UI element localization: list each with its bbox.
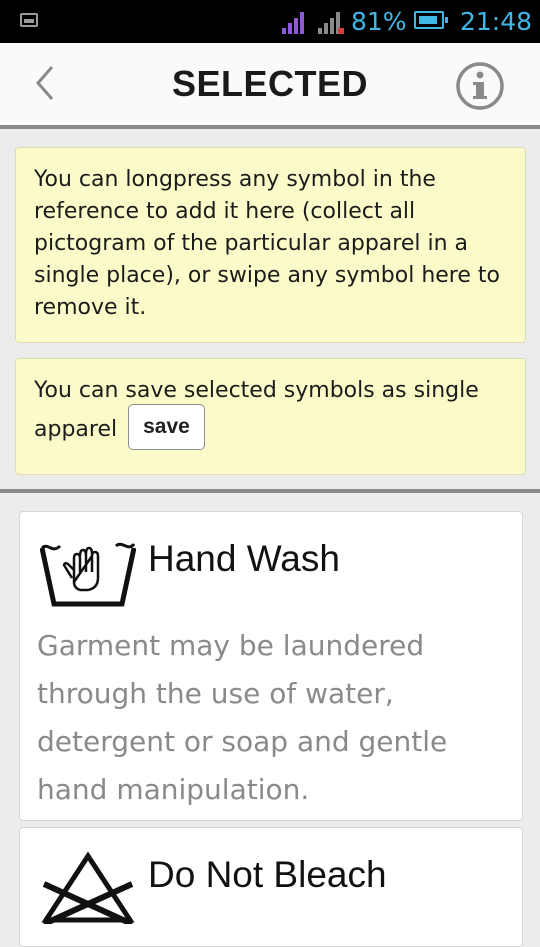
longpress-hint-text: You can longpress any symbol in the refe… bbox=[34, 167, 500, 320]
symbol-description: Garment may be laundered through the use… bbox=[37, 629, 448, 806]
hand-wash-icon bbox=[40, 542, 136, 607]
app-header: SELECTED bbox=[0, 43, 540, 129]
longpress-hint: You can longpress any symbol in the refe… bbox=[15, 147, 526, 343]
symbol-title: Hand Wash bbox=[148, 538, 340, 579]
signal-strength-secondary-icon bbox=[318, 10, 344, 34]
symbol-title: Do Not Bleach bbox=[148, 854, 387, 895]
image-notification-icon bbox=[20, 13, 38, 27]
status-clock: 21:48 bbox=[460, 7, 533, 36]
info-button[interactable] bbox=[455, 61, 505, 111]
save-hint-text: You can save selected symbols as single … bbox=[34, 378, 479, 442]
battery-icon bbox=[414, 11, 448, 29]
section-divider bbox=[0, 489, 540, 493]
signal-strength-icon bbox=[282, 10, 308, 34]
battery-percent: 81% bbox=[351, 7, 407, 36]
symbol-card-do-not-bleach[interactable]: Do Not Bleach bbox=[19, 827, 523, 947]
save-hint: You can save selected symbols as single … bbox=[15, 358, 526, 475]
save-button[interactable]: save bbox=[128, 404, 205, 450]
symbol-card-hand-wash[interactable]: Hand Wash Garment may be laundered throu… bbox=[19, 511, 523, 821]
info-icon bbox=[456, 62, 504, 110]
status-bar: 81% 21:48 bbox=[0, 0, 540, 43]
do-not-bleach-icon bbox=[41, 851, 135, 924]
